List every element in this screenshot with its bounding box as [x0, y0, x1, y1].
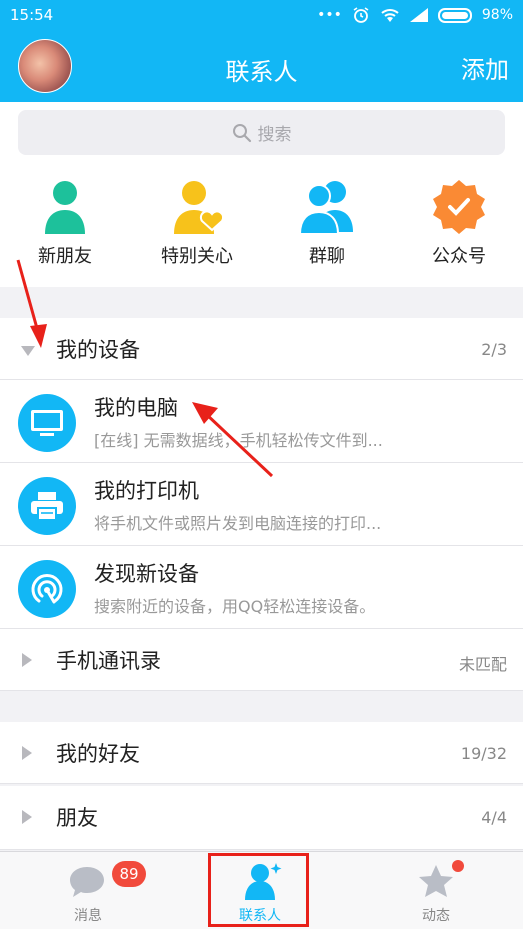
expand-arrow-icon: [22, 810, 32, 824]
new-friend-icon: [45, 181, 85, 234]
group-friends[interactable]: 朋友 4/4: [0, 786, 523, 850]
search-placeholder: 搜索: [257, 125, 292, 145]
group-count: 2/3: [481, 340, 507, 359]
group-name: 我的好友: [56, 742, 140, 766]
official-account-icon: [433, 180, 485, 234]
group-contacts-book[interactable]: 手机通讯录 未匹配: [0, 629, 523, 691]
battery-icon: [437, 7, 472, 23]
quick-label: 新朋友: [38, 246, 92, 267]
search-input[interactable]: 搜索: [18, 110, 505, 155]
device-my-printer[interactable]: 我的打印机 将手机文件或照片发到电脑连接的打印...: [0, 463, 523, 546]
device-name: 发现新设备: [94, 562, 199, 586]
more-dots-icon: •••: [317, 7, 342, 23]
quick-official-account[interactable]: 公众号: [404, 176, 514, 268]
battery-level: 98%: [481, 7, 513, 23]
group-chat-icon: [298, 181, 353, 235]
device-discover-new[interactable]: 发现新设备 搜索附近的设备，用QQ轻松连接设备。: [0, 546, 523, 629]
quick-label: 特别关心: [161, 246, 233, 267]
collapse-arrow-icon: [21, 346, 35, 356]
message-icon: [70, 867, 104, 897]
device-name: 我的电脑: [94, 396, 178, 420]
group-name: 朋友: [56, 806, 98, 830]
device-name: 我的打印机: [94, 479, 199, 503]
group-my-friends[interactable]: 我的好友 19/32: [0, 722, 523, 784]
page-title: 联系人: [225, 58, 298, 86]
group-my-devices[interactable]: 我的设备 2/3: [0, 318, 523, 380]
tab-feeds[interactable]: 动态: [376, 852, 496, 929]
group-count: 未匹配: [458, 655, 507, 674]
group-count: 19/32: [460, 744, 507, 763]
group-count: 4/4: [481, 808, 507, 827]
device-desc: 搜索附近的设备，用QQ轻松连接设备。: [94, 597, 376, 616]
new-dot: [452, 860, 464, 872]
special-care-icon: [174, 181, 225, 234]
expand-arrow-icon: [22, 653, 32, 667]
tab-label: 动态: [422, 908, 450, 924]
wifi-icon: [381, 9, 399, 22]
star-icon: [419, 865, 453, 897]
quick-special-care[interactable]: 特别关心: [142, 176, 252, 268]
alarm-icon: [353, 7, 369, 23]
quick-label: 公众号: [432, 246, 486, 267]
tab-messages[interactable]: 89 消息: [28, 852, 148, 929]
tab-label: 消息: [74, 908, 102, 924]
unread-badge: 89: [112, 861, 146, 887]
expand-arrow-icon: [22, 746, 32, 760]
radar-icon: [18, 560, 76, 618]
add-button[interactable]: 添加: [461, 50, 509, 85]
status-time: 15:54: [10, 6, 54, 24]
status-bar: 15:54 ••• 98%: [0, 0, 523, 30]
device-desc: 将手机文件或照片发到电脑连接的打印...: [94, 514, 382, 533]
annotation-highlight-box: [208, 853, 309, 927]
device-my-computer[interactable]: 我的电脑 [在线] 无需数据线，手机轻松传文件到...: [0, 380, 523, 463]
quick-new-friend[interactable]: 新朋友: [10, 176, 120, 268]
device-desc: [在线] 无需数据线，手机轻松传文件到...: [94, 431, 383, 450]
title-bar: 联系人 添加: [0, 30, 523, 102]
signal-icon: [409, 8, 428, 22]
printer-icon: [18, 477, 76, 535]
group-name: 手机通讯录: [56, 649, 161, 673]
quick-label: 群聊: [309, 246, 345, 267]
group-name: 我的设备: [56, 338, 140, 362]
quick-group-chat[interactable]: 群聊: [272, 176, 382, 268]
computer-icon: [18, 394, 76, 452]
search-icon: [232, 123, 251, 142]
